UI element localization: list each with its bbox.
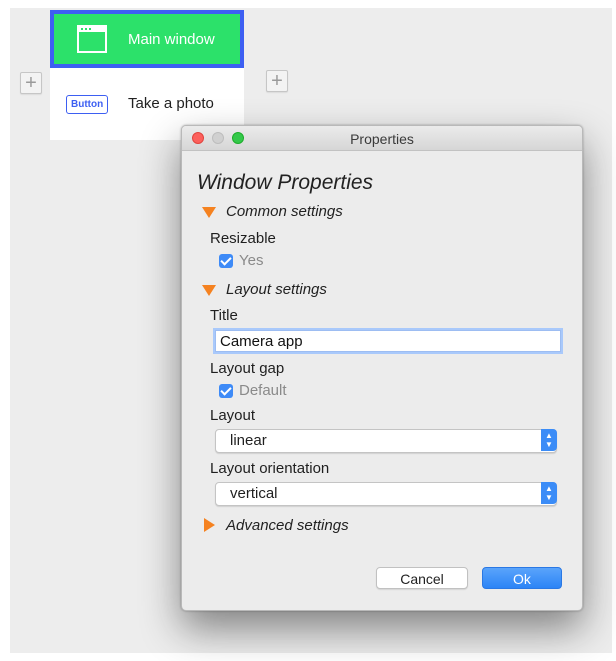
component-tree: Main window Button Take a photo <box>50 10 244 140</box>
dialog-titlebar[interactable]: Properties <box>182 126 582 151</box>
take-photo-node-label[interactable]: Take a photo <box>128 95 214 112</box>
layout-settings-toggle[interactable]: Layout settings <box>202 281 327 298</box>
resizable-label: Resizable <box>210 230 276 247</box>
layout-settings-label: Layout settings <box>226 281 327 298</box>
common-settings-toggle[interactable]: Common settings <box>202 203 343 220</box>
layout-gap-option-label: Default <box>239 382 287 399</box>
title-label: Title <box>210 307 238 324</box>
add-right-plus-icon[interactable]: + <box>266 70 288 92</box>
main-window-label: Main window <box>128 31 215 48</box>
add-left-plus-icon[interactable]: + <box>20 72 42 94</box>
common-settings-label: Common settings <box>226 203 343 220</box>
resizable-checkbox[interactable] <box>219 254 233 268</box>
triangle-right-icon <box>204 518 215 532</box>
properties-dialog: Properties Window Properties Common sett… <box>181 125 583 611</box>
layout-select-value: linear <box>230 432 267 449</box>
window-icon <box>77 25 107 53</box>
ok-button[interactable]: Ok <box>482 567 562 589</box>
layout-gap-label: Layout gap <box>210 360 285 377</box>
button-type-badge[interactable]: Button <box>66 95 109 114</box>
layout-orientation-value: vertical <box>230 485 278 502</box>
advanced-settings-toggle[interactable]: Advanced settings <box>204 517 349 534</box>
window-properties-heading: Window Properties <box>197 171 374 194</box>
dialog-title: Properties <box>350 131 414 147</box>
layout-gap-checkbox[interactable] <box>219 384 233 398</box>
layout-orientation-label: Layout orientation <box>210 460 330 477</box>
resizable-option-label: Yes <box>239 252 264 269</box>
updown-arrows-icon: ▲ ▼ <box>541 482 557 504</box>
cancel-button[interactable]: Cancel <box>376 567 468 589</box>
triangle-down-icon <box>202 285 216 296</box>
advanced-settings-label: Advanced settings <box>226 517 349 534</box>
layout-label: Layout <box>210 407 256 424</box>
triangle-down-icon <box>202 207 216 218</box>
main-window-node[interactable]: Main window <box>50 10 244 68</box>
updown-arrows-icon: ▲ ▼ <box>541 429 557 451</box>
layout-orientation-select[interactable]: vertical ▲ ▼ <box>215 482 557 506</box>
layout-select[interactable]: linear ▲ ▼ <box>215 429 557 453</box>
title-input[interactable] <box>215 330 561 352</box>
